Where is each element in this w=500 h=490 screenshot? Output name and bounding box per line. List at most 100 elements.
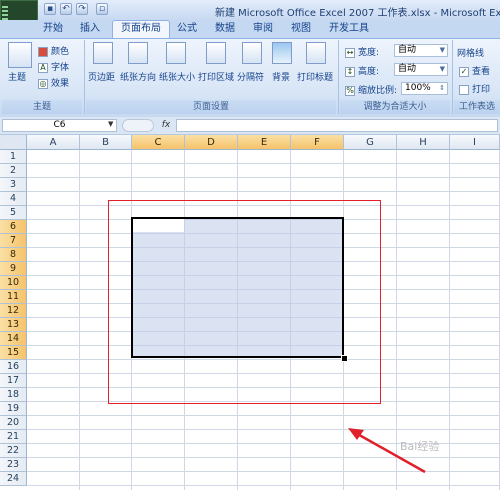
theme-effects-button[interactable]: ◎ 效果	[38, 76, 69, 89]
size-button[interactable]: 纸张大小	[159, 70, 195, 83]
row-header[interactable]: 17	[0, 374, 27, 388]
gridlines-view-checkbox[interactable]: ✓ 查看	[459, 64, 490, 77]
orientation-button[interactable]: 纸张方向	[120, 70, 156, 83]
scale-icon: %	[345, 85, 355, 96]
group-label-sheet-options: 工作表选	[454, 100, 500, 114]
width-label: ↔ 宽度:	[345, 47, 380, 58]
themes-button-label[interactable]: 主题	[8, 70, 26, 83]
theme-fonts-button[interactable]: A 字体	[38, 60, 69, 73]
row-header[interactable]: 14	[0, 332, 27, 346]
column-header[interactable]: A	[27, 135, 80, 150]
scale-spinner[interactable]: 100% ⇕	[401, 82, 448, 95]
tab-home[interactable]: 开始	[38, 21, 68, 37]
size-icon[interactable]	[166, 42, 186, 64]
window-title: 新建 Microsoft Office Excel 2007 工作表.xlsx …	[215, 8, 500, 19]
colors-icon	[38, 46, 48, 57]
margins-button[interactable]: 页边距	[88, 70, 115, 83]
group-separator	[338, 40, 339, 114]
margins-icon[interactable]	[93, 42, 113, 64]
chevron-down-icon[interactable]: ▼	[108, 120, 113, 128]
row-header[interactable]: 6	[0, 220, 27, 234]
row-header[interactable]: 11	[0, 290, 27, 304]
row-header[interactable]: 19	[0, 402, 27, 416]
tab-data[interactable]: 数据	[208, 21, 242, 37]
height-icon: ↕	[345, 66, 355, 77]
breaks-button[interactable]: 分隔符	[237, 70, 264, 83]
row-header[interactable]: 21	[0, 430, 27, 444]
row-header[interactable]: 16	[0, 360, 27, 374]
print-area-icon[interactable]	[206, 42, 226, 64]
gridlines-print-checkbox[interactable]: 打印	[459, 82, 490, 95]
column-header[interactable]: B	[80, 135, 132, 150]
redo-icon[interactable]: ↷	[76, 3, 88, 15]
tab-insert[interactable]: 插入	[72, 21, 108, 37]
row-header[interactable]: 3	[0, 178, 27, 192]
formula-bar-expand-button[interactable]	[122, 119, 154, 132]
check-icon: ✓	[459, 66, 469, 77]
scale-label: % 缩放比例:	[345, 85, 398, 96]
row-header[interactable]: 2	[0, 164, 27, 178]
column-header[interactable]: I	[450, 135, 500, 150]
themes-icon[interactable]	[8, 42, 32, 68]
row-gridline	[27, 177, 500, 178]
row-gridline	[27, 163, 500, 164]
insert-function-button[interactable]: fx	[158, 119, 174, 132]
height-label: ↕ 高度:	[345, 66, 380, 77]
row-header[interactable]: 13	[0, 318, 27, 332]
group-label-page-setup: 页面设置	[86, 100, 336, 114]
row-header[interactable]: 23	[0, 458, 27, 472]
save-icon[interactable]: ▪	[44, 3, 56, 15]
column-header[interactable]: C	[132, 135, 185, 150]
row-header[interactable]: 20	[0, 416, 27, 430]
select-all-corner[interactable]	[0, 135, 27, 150]
row-header[interactable]: 7	[0, 234, 27, 248]
row-header[interactable]: 5	[0, 206, 27, 220]
tab-formulas[interactable]: 公式	[170, 21, 204, 37]
print-preview-icon[interactable]: ▫	[96, 3, 108, 15]
highlight-rectangle	[108, 200, 381, 404]
theme-colors-button[interactable]: 颜色	[38, 44, 69, 57]
checkbox-empty-icon	[459, 84, 469, 95]
effects-icon: ◎	[38, 78, 48, 89]
orientation-icon[interactable]	[128, 42, 148, 64]
tab-view[interactable]: 视图	[284, 21, 318, 37]
group-label-themes: 主题	[2, 100, 82, 114]
background-button[interactable]: 背景	[272, 70, 290, 83]
print-area-button[interactable]: 打印区域	[198, 70, 234, 83]
row-header[interactable]: 18	[0, 388, 27, 402]
tab-developer[interactable]: 开发工具	[324, 21, 374, 37]
spinner-icon: ⇕	[439, 84, 445, 92]
gridlines-label: 网格线	[457, 49, 485, 59]
group-separator	[452, 40, 453, 114]
width-dropdown[interactable]: 自动 ▼	[394, 44, 448, 57]
undo-icon[interactable]: ↶	[60, 3, 72, 15]
name-box[interactable]: C6	[2, 119, 117, 132]
column-header[interactable]: F	[291, 135, 344, 150]
row-gridline	[27, 485, 500, 486]
row-header[interactable]: 9	[0, 262, 27, 276]
row-header[interactable]: 10	[0, 276, 27, 290]
column-header[interactable]: G	[344, 135, 397, 150]
formula-input[interactable]	[176, 119, 498, 132]
row-header[interactable]: 24	[0, 472, 27, 486]
breaks-icon[interactable]	[242, 42, 262, 64]
row-header[interactable]: 15	[0, 346, 27, 360]
row-header[interactable]: 4	[0, 192, 27, 206]
watermark: Bai经验	[400, 440, 440, 453]
print-titles-icon[interactable]	[306, 42, 326, 64]
row-header[interactable]: 12	[0, 304, 27, 318]
tab-review[interactable]: 审阅	[246, 21, 280, 37]
row-header[interactable]: 1	[0, 150, 27, 164]
column-header[interactable]: D	[185, 135, 238, 150]
column-header[interactable]: E	[238, 135, 291, 150]
group-label-scale-to-fit: 调整为合适大小	[340, 100, 450, 114]
row-header[interactable]: 8	[0, 248, 27, 262]
tab-page-layout[interactable]: 页面布局	[112, 20, 170, 39]
row-header[interactable]: 22	[0, 444, 27, 458]
column-gridline	[449, 150, 450, 490]
column-header[interactable]: H	[397, 135, 450, 150]
background-icon[interactable]	[272, 42, 292, 64]
print-titles-button[interactable]: 打印标题	[297, 70, 333, 83]
height-dropdown[interactable]: 自动 ▼	[394, 63, 448, 76]
group-separator	[84, 40, 85, 114]
